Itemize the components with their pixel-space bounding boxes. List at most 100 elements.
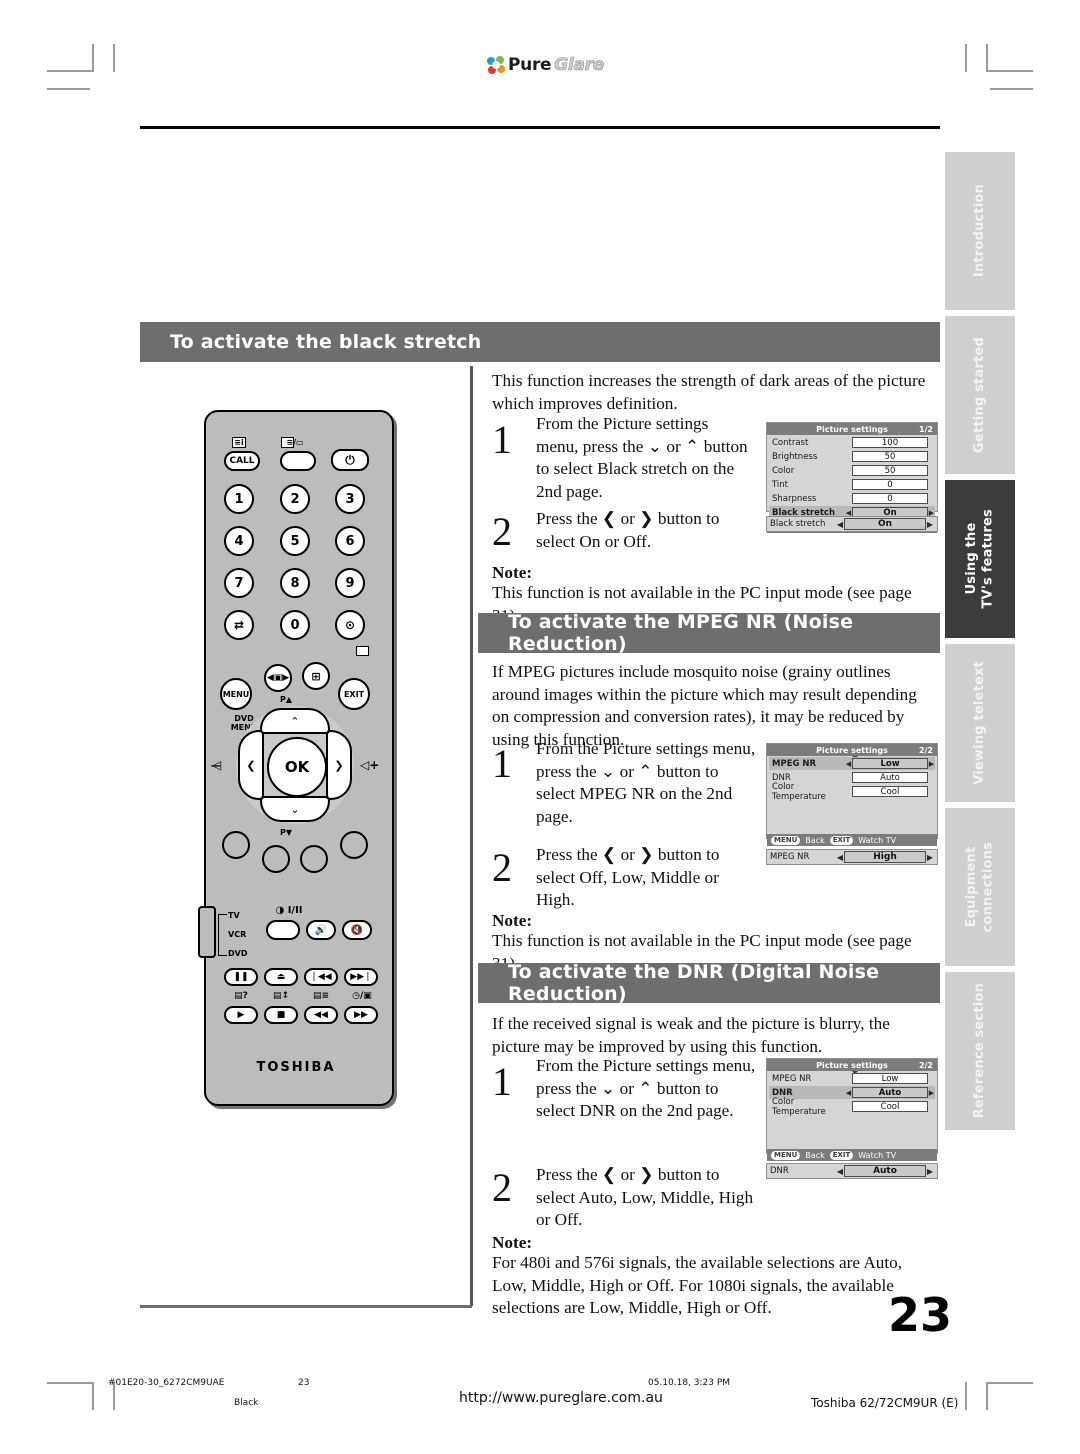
- manual-page: Pure Glare Introduction Getting started …: [0, 0, 1080, 1454]
- osd-row-label: Sharpness: [772, 493, 817, 504]
- osd-row[interactable]: Brightness◀50▶: [769, 450, 935, 463]
- timer-exit-icon: ◷/▣: [352, 991, 372, 1001]
- number-button-1[interactable]: 1: [224, 484, 254, 514]
- osd-row-list: Contrast◀100▶ Brightness◀50▶ Color◀50▶ T…: [767, 435, 937, 521]
- osd-row[interactable]: Color Temperature◀Cool▶: [769, 782, 935, 802]
- teletext-reveal-icon: ▤?: [234, 991, 248, 1001]
- ok-button[interactable]: OK: [267, 737, 327, 797]
- number-button-6[interactable]: 6: [335, 526, 365, 556]
- sidebar-tab-introduction[interactable]: Introduction: [945, 152, 1015, 310]
- sound-mode-button[interactable]: [266, 920, 300, 940]
- color-button-blue[interactable]: [340, 831, 368, 859]
- next-button[interactable]: ▶▶❘: [344, 968, 378, 986]
- osd-row-value: Cool: [852, 786, 928, 797]
- step-instruction: From the Picture settings menu, press th…: [536, 1056, 756, 1121]
- right-arrow-icon: ▶: [926, 1166, 934, 1176]
- number-button-7[interactable]: 7: [224, 568, 254, 598]
- osd-page-indicator: 2/2: [918, 1060, 933, 1070]
- osd-row[interactable]: MPEG NR◀Low▶: [769, 1072, 935, 1085]
- left-arrow-icon: ◀: [836, 519, 844, 529]
- color-button-green[interactable]: [262, 845, 290, 873]
- footer-timestamp-text: 05.10.18, 3:23 PM: [648, 1378, 731, 1388]
- step-instruction: From the Picture settings menu, press th…: [536, 414, 748, 502]
- step-number: 2: [492, 848, 512, 888]
- footer-url-text: http://www.pureglare.com.au: [459, 1390, 663, 1406]
- osd-row-value: Cool: [852, 1101, 928, 1112]
- number-button-3[interactable]: 3: [335, 484, 365, 514]
- pureglare-watermark: Pure Glare: [487, 52, 617, 78]
- text-toggle-button[interactable]: [280, 451, 316, 471]
- osd-row[interactable]: Color Temperature◀Cool▶: [769, 1097, 935, 1117]
- call-button[interactable]: CALL: [224, 451, 260, 471]
- osd-row-value: Auto: [852, 1087, 928, 1098]
- mode-label-dvd: DVD: [228, 949, 248, 958]
- section-intro-black-stretch: This function increases the strength of …: [492, 370, 932, 415]
- section-heading-text: To activate the DNR (Digital Noise Reduc…: [508, 961, 880, 1005]
- step-text: From the Picture settings menu, press th…: [536, 1055, 761, 1123]
- input-source-button[interactable]: ⊙: [335, 610, 365, 640]
- number-button-2[interactable]: 2: [280, 484, 310, 514]
- sidebar-tab-label: Equipment connections: [963, 841, 995, 933]
- osd-row[interactable]: Contrast◀100▶: [769, 436, 935, 449]
- fast-forward-button[interactable]: ▶▶: [344, 1006, 378, 1024]
- footer-url[interactable]: http://www.pureglare.com.au: [459, 1390, 663, 1406]
- stop-button[interactable]: ■: [264, 1006, 298, 1024]
- subpage-icon: [356, 646, 369, 656]
- strip-mpeg-nr: MPEG NR ◀ High ▶: [766, 849, 938, 865]
- osd-row[interactable]: Sharpness◀0▶: [769, 492, 935, 505]
- eject-button[interactable]: ⏏: [264, 968, 298, 986]
- ok-button-label: OK: [284, 758, 310, 776]
- section-heading-black-stretch: To activate the black stretch: [140, 322, 940, 362]
- number-label: 8: [290, 575, 300, 591]
- program-up-label: P▲: [280, 695, 293, 704]
- step-instruction: Press the ❮ or ❯ button to select Auto, …: [536, 1165, 754, 1230]
- number-button-0[interactable]: 0: [280, 610, 310, 640]
- sidebar-tab-equipment-connections[interactable]: Equipment connections: [945, 808, 1015, 966]
- sidebar-tab-using-the-tvs-features[interactable]: Using the TV's features: [945, 480, 1015, 638]
- dpad-left-button[interactable]: ❮: [238, 730, 264, 800]
- picture-mode-button[interactable]: ◀▣▶: [264, 664, 292, 692]
- note-label-text: Note:: [492, 1233, 533, 1252]
- exit-button[interactable]: EXIT: [338, 678, 370, 710]
- dpad-down-button[interactable]: ⌄: [260, 796, 330, 822]
- mute-button[interactable]: 🔇: [342, 920, 372, 940]
- osd-title-text: Picture settings: [816, 745, 888, 755]
- screen-size-button[interactable]: ⊞: [302, 662, 330, 690]
- sidebar-tab-getting-started[interactable]: Getting started: [945, 316, 1015, 474]
- sidebar-tab-reference-section[interactable]: Reference section: [945, 972, 1015, 1130]
- footer-page-number: 23: [298, 1378, 309, 1388]
- number-button-5[interactable]: 5: [280, 526, 310, 556]
- play-button[interactable]: ▶: [224, 1006, 258, 1024]
- osd-row[interactable]: Color◀50▶: [769, 464, 935, 477]
- step-text: Press the ❮ or ❯ button to select Off, L…: [536, 844, 751, 912]
- previous-button[interactable]: ❘◀◀: [304, 968, 338, 986]
- color-button-yellow[interactable]: [300, 845, 328, 873]
- section-heading-dnr: To activate the DNR (Digital Noise Reduc…: [478, 961, 940, 1005]
- step-text: From the Picture settings menu, press th…: [536, 738, 761, 829]
- osd-row-list: MPEG NR◀Low▶ DNR◀Auto▶ Color Temperature…: [767, 756, 937, 834]
- dpad-up-button[interactable]: ⌃: [260, 708, 330, 734]
- mode-selector-switch[interactable]: [198, 906, 216, 958]
- brand-text: TOSHIBA: [256, 1060, 336, 1075]
- osd-key-action: Back: [805, 835, 825, 845]
- osd-row-selected[interactable]: MPEG NR ◀ Low ▶: [769, 757, 935, 770]
- number-button-8[interactable]: 8: [280, 568, 310, 598]
- rewind-button[interactable]: ◀◀: [304, 1006, 338, 1024]
- color-button-red[interactable]: [222, 831, 250, 859]
- osd-row[interactable]: Tint◀0▶: [769, 478, 935, 491]
- menu-button[interactable]: MENU: [220, 678, 252, 710]
- number-button-9[interactable]: 9: [335, 568, 365, 598]
- dpad-right-button[interactable]: ❯: [326, 730, 352, 800]
- section-intro-dnr: If the received signal is weak and the p…: [492, 1013, 937, 1058]
- section-intro-text: If MPEG pictures include mosquito noise …: [492, 662, 917, 750]
- number-button-4[interactable]: 4: [224, 526, 254, 556]
- page-number: 23: [888, 1288, 952, 1342]
- osd-footer: MENU Back EXIT Watch TV: [767, 1149, 937, 1161]
- sound-effect-button[interactable]: 🔊: [306, 920, 336, 940]
- sidebar-tab-viewing-teletext[interactable]: Viewing teletext: [945, 644, 1015, 802]
- header-rule: [140, 126, 940, 129]
- sidebar-tab-label: Using the TV's features: [963, 509, 995, 609]
- power-button[interactable]: ⏻: [331, 449, 369, 471]
- pause-button[interactable]: ❚❚: [224, 968, 258, 986]
- return-swap-button[interactable]: ⇄: [224, 610, 254, 640]
